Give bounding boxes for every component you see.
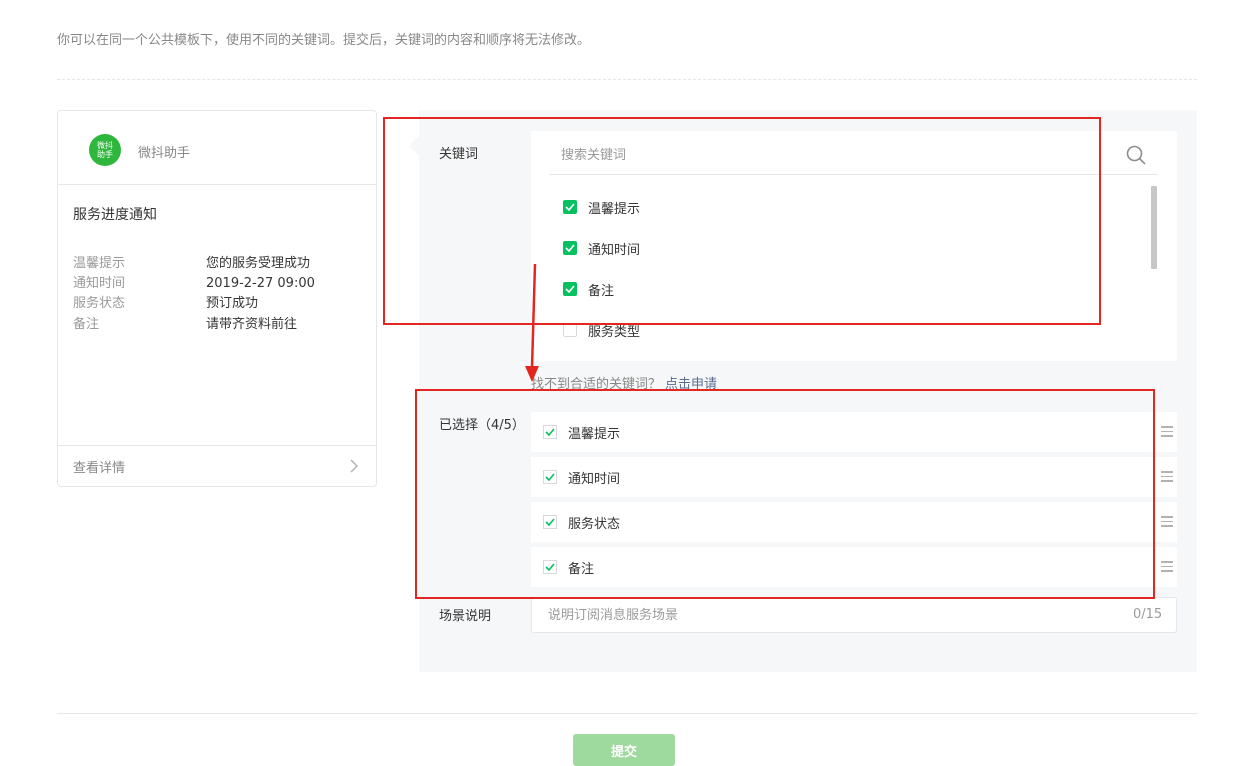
preview-title: 服务进度通知 [73,207,157,223]
keyword-option-label: 备注 [588,283,615,299]
avatar: 微抖助手 [89,134,121,166]
preview-header: 微抖助手 微抖助手 [58,111,376,185]
keyword-option-label: 通知时间 [588,242,641,258]
keyword-option[interactable]: 备注 [563,279,614,299]
view-details-label: 查看详情 [73,461,126,476]
selected-label: 已选择（4/5） [439,418,525,433]
drag-handle-icon[interactable] [1161,561,1173,575]
selected-keyword-label: 备注 [568,562,595,577]
panel-pointer [409,136,419,156]
field-key: 服务状态 [73,296,126,311]
annotation-arrow-icon [525,263,539,382]
keyword-option[interactable]: 服务类型 [563,320,640,340]
apply-keyword-link[interactable]: 点击申请 [665,377,717,392]
selected-keyword-item[interactable]: 通知时间 [531,457,1177,497]
help-prompt: 找不到合适的关键词？ [531,377,662,392]
field-value: 2019-2-27 09:00 [206,276,315,291]
checked-checkbox-icon[interactable] [563,282,577,296]
account-name: 微抖助手 [138,146,191,161]
check-icon[interactable] [543,425,557,439]
field-value: 预订成功 [206,296,259,311]
view-details-link[interactable]: 查看详情 [58,445,376,486]
check-icon[interactable] [543,470,557,484]
submit-button[interactable]: 提交 [573,734,675,766]
unchecked-checkbox-icon[interactable] [563,323,577,337]
scene-label: 场景说明 [439,609,492,624]
chevron-right-icon [350,459,358,473]
field-key: 通知时间 [73,276,126,291]
drag-handle-icon[interactable] [1161,426,1173,440]
keyword-search-input[interactable] [549,137,1157,175]
char-counter: 0/15 [1133,607,1163,622]
help-text: 找不到合适的关键词？ 点击申请 [531,373,717,392]
check-icon[interactable] [543,560,557,574]
checked-checkbox-icon[interactable] [563,241,577,255]
keyword-option[interactable]: 温馨提示 [563,197,640,217]
dropdown-scrollbar[interactable] [1151,186,1157,269]
field-key: 备注 [73,317,100,332]
checked-checkbox-icon[interactable] [563,200,577,214]
message-preview-card: 微抖助手 微抖助手 服务进度通知 温馨提示 您的服务受理成功 通知时间 2019… [57,110,377,487]
keyword-option-label: 温馨提示 [588,201,641,217]
keyword-option-label: 服务类型 [588,324,641,340]
check-icon[interactable] [543,515,557,529]
selected-keyword-item[interactable]: 服务状态 [531,502,1177,542]
search-icon[interactable] [1126,145,1146,165]
keyword-option[interactable]: 通知时间 [563,238,640,258]
selected-keyword-label: 温馨提示 [568,427,621,442]
selected-keyword-label: 通知时间 [568,472,621,487]
scene-description-input[interactable] [531,597,1177,633]
page-notice: 你可以在同一个公共模板下，使用不同的关键词。提交后，关键词的内容和顺序将无法修改… [57,33,591,48]
selected-keyword-item[interactable]: 备注 [531,547,1177,587]
field-key: 温馨提示 [73,256,126,271]
footer-divider [57,713,1197,714]
dashed-divider [57,79,1197,80]
selected-keyword-item[interactable]: 温馨提示 [531,412,1177,452]
field-value: 请带齐资料前往 [206,317,298,332]
selected-keyword-label: 服务状态 [568,517,621,532]
field-value: 您的服务受理成功 [206,256,311,271]
drag-handle-icon[interactable] [1161,516,1173,530]
keywords-label: 关键词 [439,147,479,162]
avatar-text: 微抖助手 [97,141,113,159]
drag-handle-icon[interactable] [1161,471,1173,485]
